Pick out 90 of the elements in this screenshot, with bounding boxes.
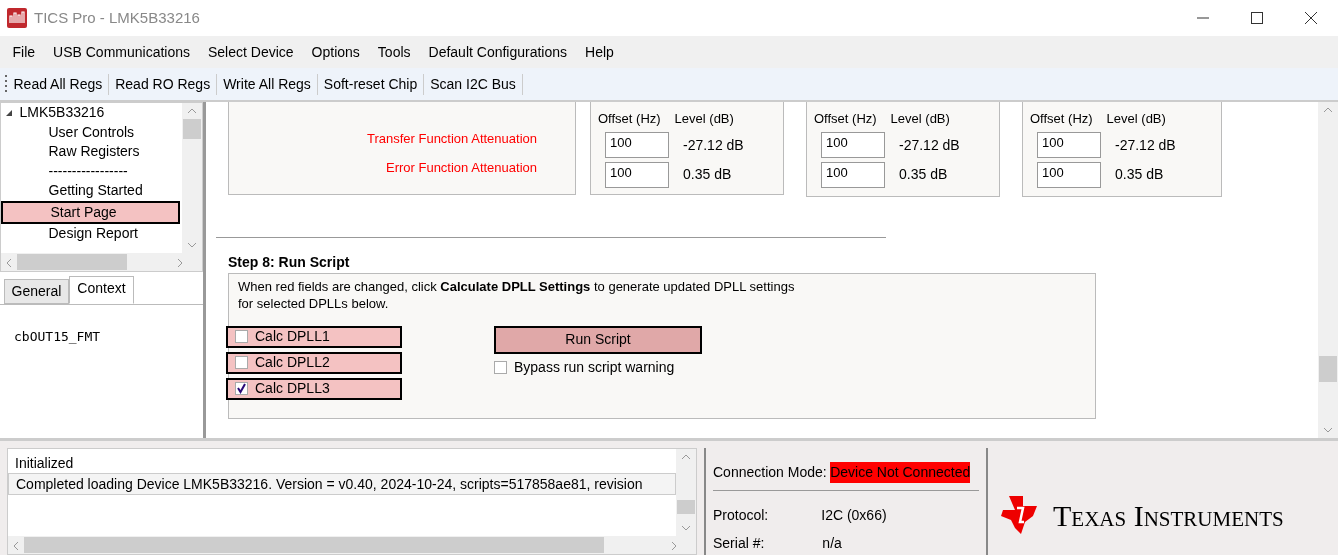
tree-item[interactable]: ----------------- <box>1 161 180 181</box>
tree-item[interactable]: LMK5B33216 <box>19 103 105 123</box>
column-header: Level (dB) <box>1106 110 1166 128</box>
menu-item[interactable]: Tools <box>368 41 420 63</box>
level-value: 0.35 dB <box>899 165 948 184</box>
toolbar-button[interactable]: Scan I2C Bus <box>424 73 523 95</box>
checkbox-row[interactable]: Calc DPLL1 <box>226 325 402 348</box>
field-label: Transfer Function Attenuation <box>366 129 537 148</box>
scroll-up-icon[interactable] <box>681 453 691 461</box>
maximize-icon[interactable] <box>1251 12 1263 24</box>
field-value: n/a <box>822 534 842 553</box>
tree-item[interactable]: Design Report <box>1 224 180 244</box>
description-text: When red fields are changed, click Calculate DPLL Settings to generate updated DPLL settings for selected DPLLs below. <box>237 277 796 312</box>
column-header: Offset (Hz) <box>814 110 877 128</box>
checkbox[interactable] <box>235 330 248 343</box>
scroll-right-icon[interactable] <box>670 540 678 551</box>
field-label: Protocol: <box>713 506 769 525</box>
column-header: Offset (Hz) <box>598 110 661 128</box>
field-label: Error Function Attenuation <box>385 159 537 177</box>
menu-item[interactable]: USB Communications <box>44 41 199 63</box>
toolbar-grip-icon <box>3 74 8 94</box>
field-label: Connection Mode: <box>713 463 827 482</box>
column-header: Offset (Hz) <box>1030 110 1093 128</box>
vertical-scrollbar[interactable] <box>182 103 202 253</box>
scroll-up-icon[interactable] <box>187 107 197 115</box>
level-value: 0.35 dB <box>1115 165 1164 184</box>
logo-text: Texas Instruments <box>1053 498 1284 534</box>
app-icon <box>7 8 27 28</box>
menu-item[interactable]: Help <box>576 41 623 63</box>
scroll-down-icon[interactable] <box>1323 426 1333 434</box>
log-line[interactable]: Initialized <box>8 452 676 473</box>
input-field[interactable]: 100 <box>1037 132 1101 158</box>
tab[interactable]: Context <box>69 275 134 304</box>
checkbox-row[interactable]: Calc DPLL3 <box>226 377 402 400</box>
horizontal-scrollbar[interactable] <box>1 253 202 271</box>
field-label: Serial #: <box>713 534 765 553</box>
scroll-left-icon[interactable] <box>12 540 20 551</box>
scrollbar-thumb[interactable] <box>24 537 604 553</box>
checkbox-label: Calc DPLL3 <box>255 379 330 398</box>
scroll-down-icon[interactable] <box>681 524 691 532</box>
tree-item[interactable]: Getting Started <box>1 181 180 201</box>
scrollbar-thumb[interactable] <box>677 500 695 514</box>
tab[interactable]: General <box>3 278 70 304</box>
scroll-up-icon[interactable] <box>1323 106 1333 114</box>
run-script-button[interactable]: Run Script <box>494 325 702 354</box>
field-value: I2C (0x66) <box>821 506 887 525</box>
scrollbar-thumb[interactable] <box>1319 356 1337 382</box>
menu-item[interactable]: Default Configurations <box>419 41 577 63</box>
checkbox[interactable] <box>235 356 248 369</box>
toolbar-button[interactable]: Soft-reset Chip <box>317 73 425 95</box>
checkbox[interactable] <box>235 382 248 395</box>
scroll-right-icon[interactable] <box>176 257 184 268</box>
menu-item[interactable]: Select Device <box>199 41 303 63</box>
input-field[interactable]: 100 <box>821 161 885 188</box>
input-field[interactable]: 100 <box>605 132 669 158</box>
tree-item[interactable]: Start Page <box>1 200 180 224</box>
status-value: Device Not Connected <box>830 462 971 483</box>
menu-item[interactable]: File <box>3 41 45 63</box>
column-header: Level (dB) <box>890 110 950 128</box>
level-value: 0.35 dB <box>683 165 732 184</box>
checkbox-label: Calc DPLL2 <box>255 353 330 372</box>
tree-item[interactable]: Raw Registers <box>1 142 180 162</box>
level-value: -27.12 dB <box>683 135 744 155</box>
horizontal-scrollbar[interactable] <box>8 536 696 554</box>
context-text: cbOUT15_FMT <box>14 328 101 344</box>
scroll-down-icon[interactable] <box>187 241 197 249</box>
checkbox-row[interactable]: Calc DPLL2 <box>226 351 402 374</box>
checkbox-label: Calc DPLL1 <box>255 327 330 346</box>
column-header: Level (dB) <box>674 110 734 128</box>
scroll-left-icon[interactable] <box>5 257 13 268</box>
level-value: -27.12 dB <box>1115 135 1176 155</box>
section-title: Step 8: Run Script <box>228 253 351 272</box>
toolbar-button[interactable]: Write All Regs <box>217 73 318 95</box>
close-icon[interactable] <box>1305 12 1317 24</box>
tree-item[interactable]: User Controls <box>1 122 180 142</box>
input-field[interactable]: 100 <box>821 132 885 158</box>
toolbar-button[interactable]: Read RO Regs <box>109 73 218 95</box>
vertical-scrollbar[interactable] <box>676 449 696 536</box>
level-value: -27.12 dB <box>899 135 960 155</box>
input-field[interactable]: 100 <box>605 161 669 188</box>
menu-item[interactable]: Options <box>302 41 369 63</box>
vertical-scrollbar[interactable] <box>1318 102 1338 438</box>
scrollbar-thumb[interactable] <box>183 119 201 139</box>
expanded-triangle-icon[interactable] <box>4 108 13 117</box>
checkbox-label: Bypass run script warning <box>514 358 675 377</box>
toolbar-button[interactable]: Read All Regs <box>7 73 110 95</box>
checkbox[interactable] <box>494 361 507 374</box>
window-title: TICS Pro - LMK5B33216 <box>34 7 200 28</box>
scrollbar-thumb[interactable] <box>17 254 127 270</box>
input-field[interactable]: 100 <box>1037 161 1101 188</box>
